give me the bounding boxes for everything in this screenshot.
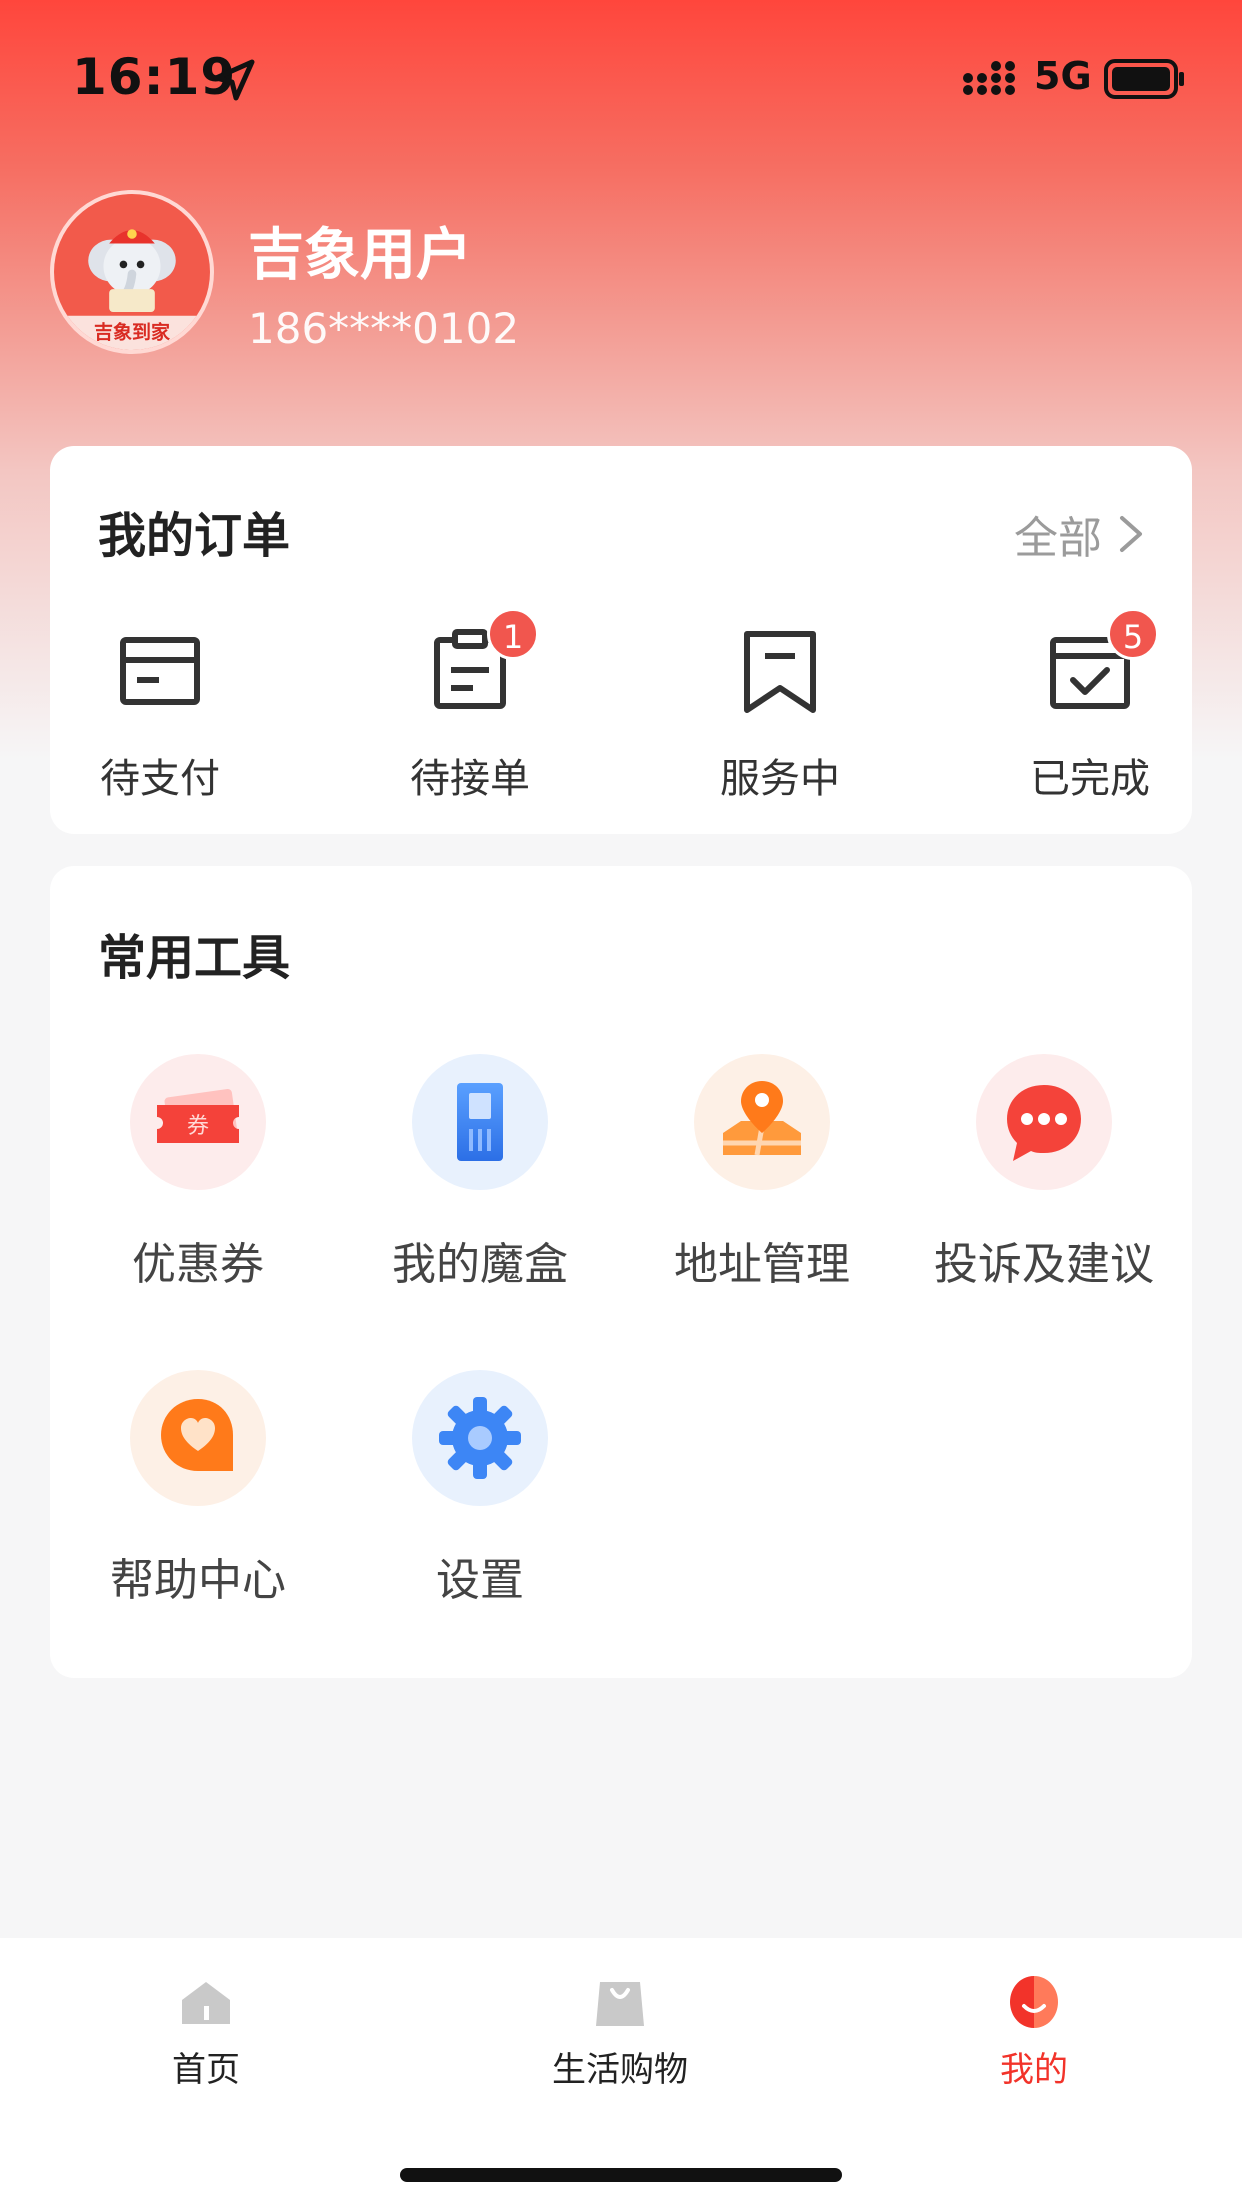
- tool-help-center[interactable]: 帮助中心: [58, 1370, 338, 1608]
- tool-label: 我的魔盒: [392, 1239, 568, 1290]
- magic-box-icon: [412, 1054, 548, 1190]
- all-orders-link[interactable]: 全部: [1014, 502, 1144, 566]
- calendar-check-icon: 5: [1045, 608, 1159, 716]
- order-count-badge: 5: [1107, 608, 1159, 660]
- order-pending-payment[interactable]: 待支付: [60, 626, 260, 804]
- order-awaiting-acceptance[interactable]: 1 待接单: [370, 608, 570, 804]
- heart-bubble-icon: [130, 1370, 266, 1506]
- tool-label: 帮助中心: [110, 1555, 286, 1606]
- location-arrow-icon: [212, 58, 256, 102]
- status-bar: 16:19 5G: [0, 0, 1242, 150]
- order-label: 待接单: [410, 756, 530, 802]
- clipboard-icon: 1: [425, 608, 539, 716]
- order-label: 服务中: [720, 756, 840, 802]
- orders-title: 我的订单: [98, 508, 291, 564]
- tab-home[interactable]: 首页: [76, 1974, 336, 2091]
- bookmark-icon: [735, 626, 825, 716]
- order-in-service[interactable]: 服务中: [680, 626, 880, 804]
- user-phone: 186****0102: [248, 304, 520, 353]
- tool-complaints-suggestions[interactable]: 投诉及建议: [904, 1054, 1184, 1292]
- gear-icon: [412, 1370, 548, 1506]
- wallet-card-icon: [115, 626, 205, 716]
- bottom-tab-bar: 首页 生活购物 我的: [0, 1938, 1242, 2208]
- battery-icon: [1104, 58, 1186, 100]
- order-label: 已完成: [1030, 756, 1150, 802]
- map-pin-icon: [694, 1054, 830, 1190]
- common-tools-card: 常用工具 券 优惠券 我的魔盒 地址管理 投诉及建议 帮助中心 设置: [50, 866, 1192, 1678]
- network-type: 5G: [1034, 54, 1092, 98]
- order-count-badge: 1: [487, 608, 539, 660]
- coupon-icon: 券: [130, 1054, 266, 1190]
- tool-label: 设置: [436, 1555, 524, 1606]
- tab-label: 我的: [1000, 2050, 1068, 2090]
- tool-settings[interactable]: 设置: [340, 1370, 620, 1608]
- order-completed[interactable]: 5 已完成: [990, 608, 1190, 804]
- profile-icon: [1010, 1976, 1058, 2028]
- order-label: 待支付: [100, 756, 220, 802]
- tool-address-management[interactable]: 地址管理: [622, 1054, 902, 1292]
- coupon-icon-text: 券: [187, 1114, 209, 1139]
- tool-label: 优惠券: [132, 1239, 264, 1290]
- home-indicator: [400, 2168, 842, 2182]
- tool-magic-box[interactable]: 我的魔盒: [340, 1054, 620, 1292]
- user-nickname[interactable]: 吉象用户: [248, 210, 472, 291]
- my-orders-card: 我的订单 全部 待支付 1 待接单 服务中 5 已完成: [50, 446, 1192, 834]
- avatar-caption: 吉象到家: [94, 321, 171, 344]
- signal-icon: [962, 60, 1018, 100]
- tools-title: 常用工具: [98, 930, 291, 986]
- shopping-bag-icon: [596, 1982, 644, 2026]
- avatar[interactable]: 吉象到家: [50, 190, 214, 354]
- tool-label: 投诉及建议: [934, 1239, 1154, 1290]
- all-orders-label: 全部: [1014, 513, 1102, 564]
- chat-bubble-icon: [976, 1054, 1112, 1190]
- tool-label: 地址管理: [674, 1239, 850, 1290]
- tab-label: 生活购物: [552, 2050, 688, 2090]
- chevron-right-icon: [1120, 516, 1142, 552]
- tab-life-shopping[interactable]: 生活购物: [490, 1974, 750, 2091]
- tab-mine[interactable]: 我的: [904, 1974, 1164, 2091]
- home-icon: [182, 1982, 230, 2024]
- tab-label: 首页: [172, 2050, 240, 2090]
- tool-coupons[interactable]: 券 优惠券: [58, 1054, 338, 1292]
